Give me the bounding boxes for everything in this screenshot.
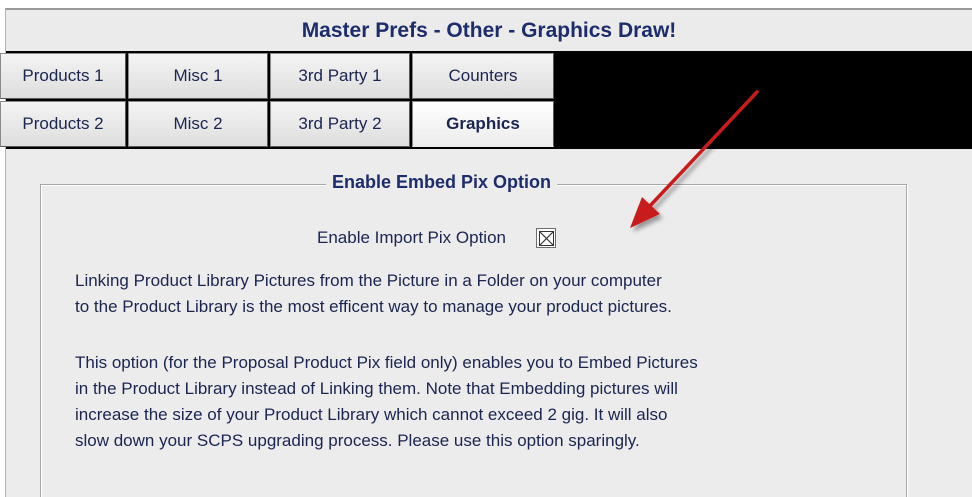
embed-pix-groupbox: Enable Embed Pix Option Enable Import Pi… xyxy=(40,172,907,497)
tab-bar: Products 1 Misc 1 3rd Party 1 Counters P… xyxy=(0,51,972,149)
tab-products-1[interactable]: Products 1 xyxy=(0,53,126,99)
prefs-window: Master Prefs - Other - Graphics Draw! Pr… xyxy=(0,8,972,497)
import-pix-checkbox-label: Enable Import Pix Option xyxy=(317,228,506,247)
groupbox-title: Enable Embed Pix Option xyxy=(326,172,558,193)
tab-misc-1[interactable]: Misc 1 xyxy=(128,53,268,99)
description-line: slow down your SCPS upgrading process. P… xyxy=(75,431,640,450)
description-line: Linking Product Library Pictures from th… xyxy=(75,271,662,290)
embed-description: This option (for the Proposal Product Pi… xyxy=(75,350,875,454)
description-line: This option (for the Proposal Product Pi… xyxy=(75,353,698,372)
description-line: increase the size of your Product Librar… xyxy=(75,405,668,424)
linking-description: Linking Product Library Pictures from th… xyxy=(75,268,875,320)
tab-products-2[interactable]: Products 2 xyxy=(0,101,126,147)
tab-3rd-party-1[interactable]: 3rd Party 1 xyxy=(270,53,410,99)
tab-misc-2[interactable]: Misc 2 xyxy=(128,101,268,147)
import-pix-checkbox[interactable] xyxy=(535,228,556,248)
tab-3rd-party-2[interactable]: 3rd Party 2 xyxy=(270,101,410,147)
description-line: to the Product Library is the most effic… xyxy=(75,297,672,316)
x-mark-icon xyxy=(538,231,554,246)
tab-graphics[interactable]: Graphics xyxy=(412,101,554,147)
tab-counters[interactable]: Counters xyxy=(412,53,554,99)
graphics-tab-content: Enable Embed Pix Option Enable Import Pi… xyxy=(6,149,972,497)
window-title: Master Prefs - Other - Graphics Draw! xyxy=(6,10,972,51)
description-line: in the Product Library instead of Linkin… xyxy=(75,379,678,398)
screenshot-root: Master Prefs - Other - Graphics Draw! Pr… xyxy=(0,0,972,497)
import-pix-option-row: Enable Import Pix Option xyxy=(317,225,556,251)
